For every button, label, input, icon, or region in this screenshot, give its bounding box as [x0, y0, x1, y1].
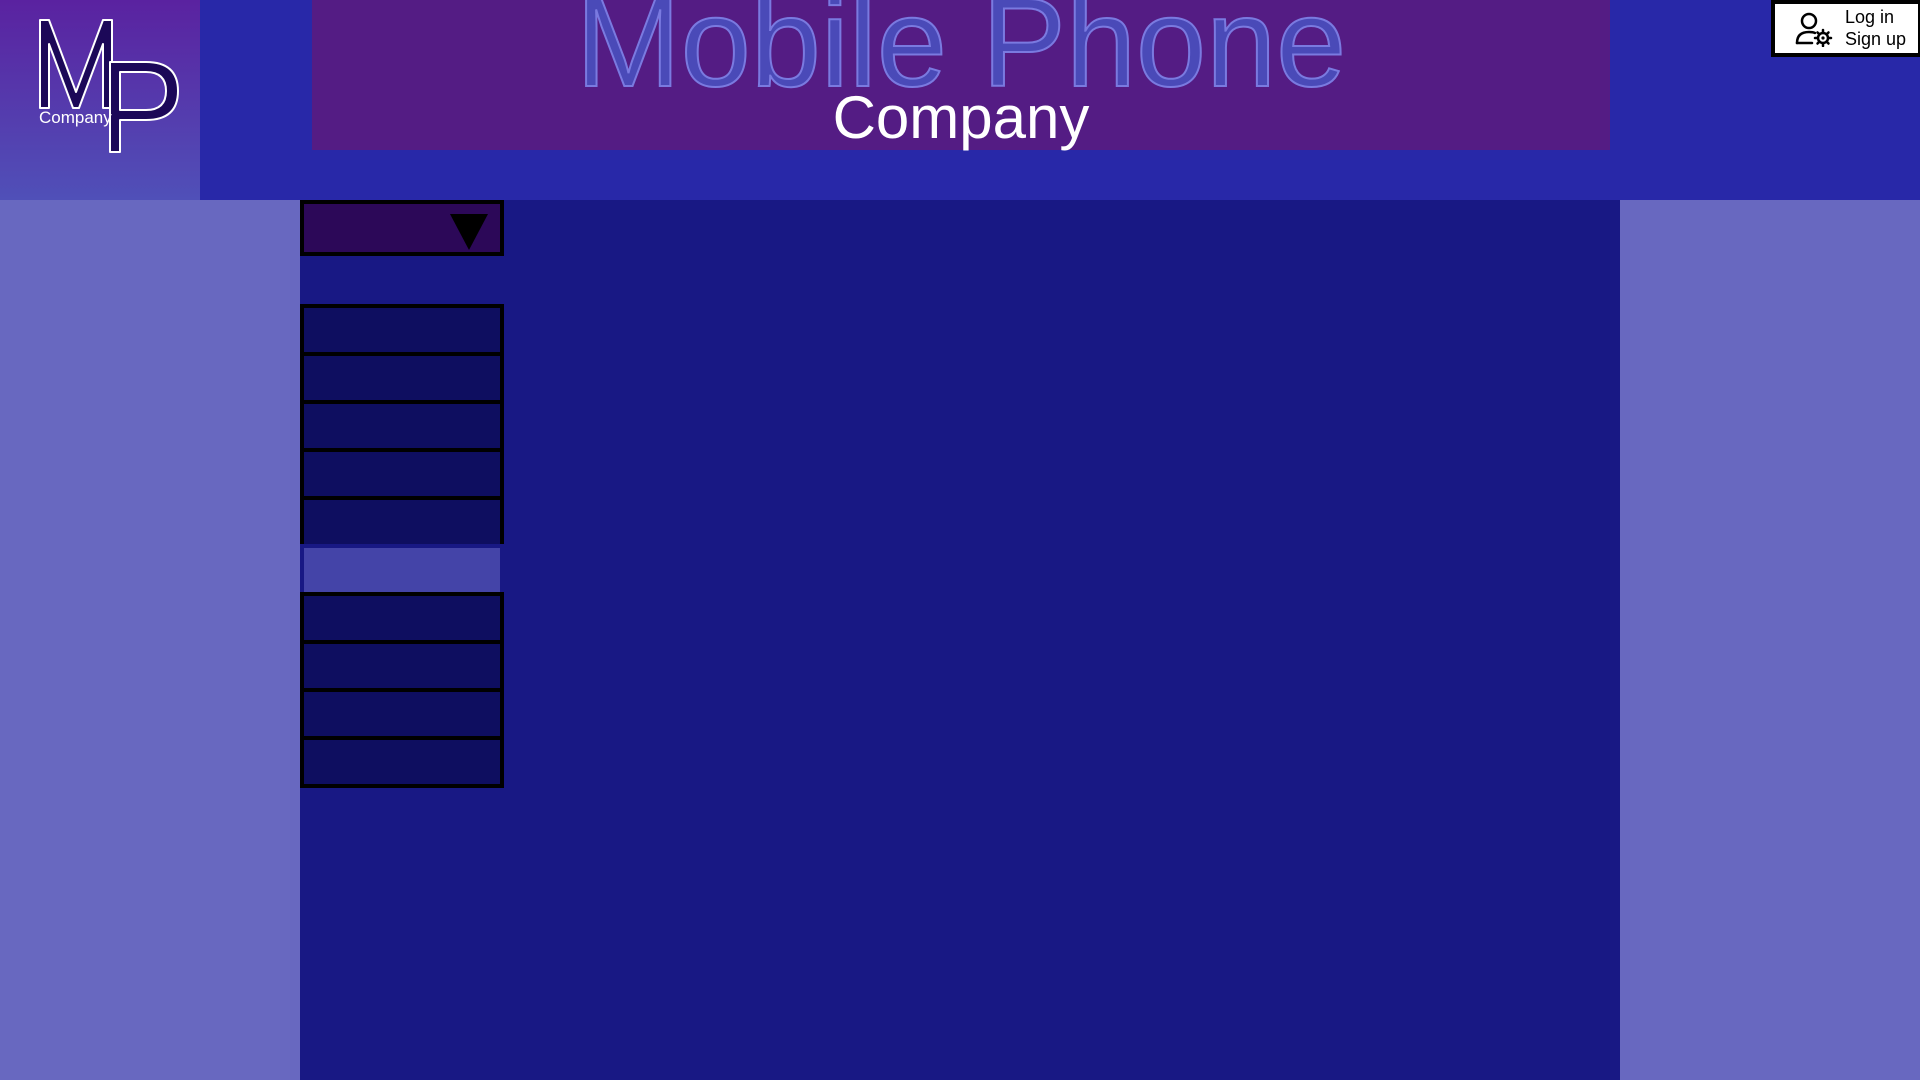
menu-item[interactable] [300, 736, 504, 788]
logo-monogram-icon [39, 19, 179, 153]
signup-label[interactable]: Sign up [1845, 28, 1906, 50]
logo[interactable]: Company [0, 0, 200, 200]
banner: Mobile Phone Company [312, 0, 1610, 150]
login-signup-button[interactable]: Log in Sign up [1771, 0, 1920, 57]
menu-item-active[interactable] [300, 544, 504, 596]
category-dropdown[interactable] [300, 200, 504, 256]
triangle-down-icon [450, 214, 488, 250]
menu-list [300, 304, 504, 788]
menu-item[interactable] [300, 400, 504, 452]
menu-item[interactable] [300, 304, 504, 356]
login-signup-labels: Log in Sign up [1845, 6, 1906, 50]
user-gear-icon [1795, 12, 1833, 47]
menu-item[interactable] [300, 448, 504, 500]
menu-item[interactable] [300, 592, 504, 644]
banner-subtitle: Company [832, 84, 1090, 151]
menu-item[interactable] [300, 688, 504, 740]
menu-item[interactable] [300, 640, 504, 692]
menu-item[interactable] [300, 496, 504, 548]
menu-item[interactable] [300, 352, 504, 404]
logo-caption: Company [39, 108, 112, 127]
login-label[interactable]: Log in [1845, 6, 1906, 28]
